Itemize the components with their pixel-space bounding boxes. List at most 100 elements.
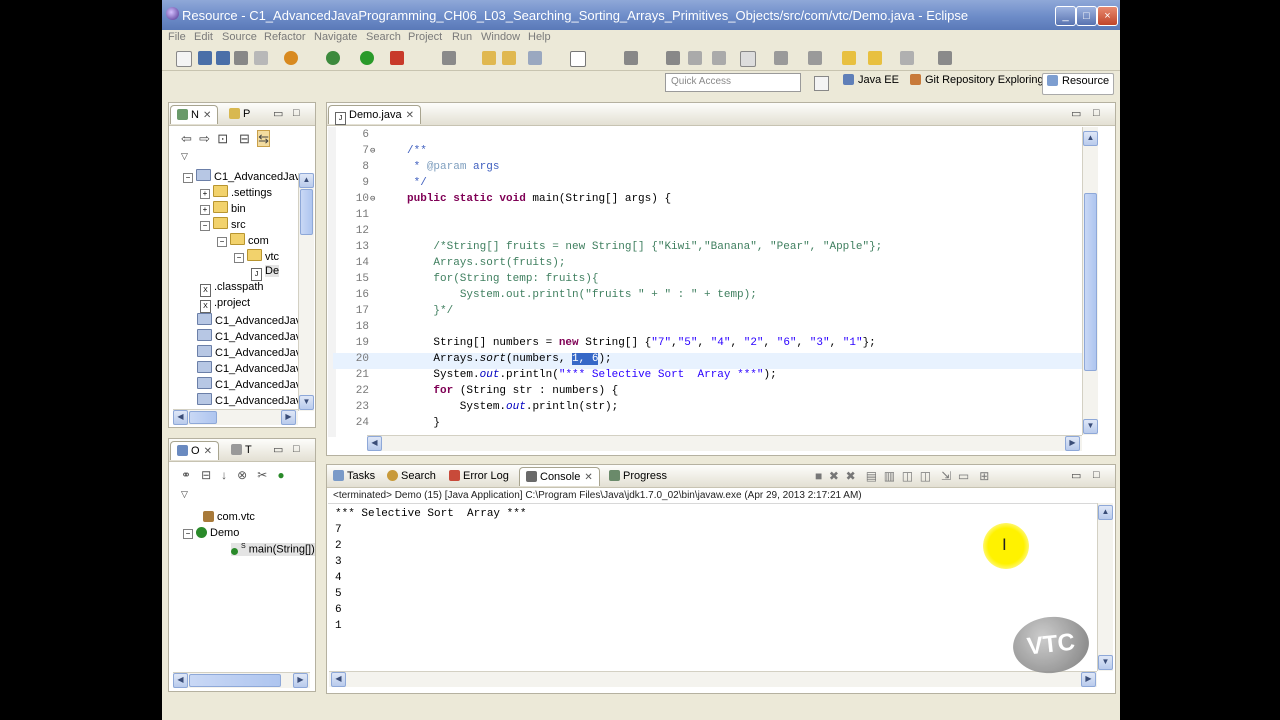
forward-arrow-icon[interactable]: ⇨ — [199, 131, 210, 146]
tab-search[interactable]: Search — [387, 470, 436, 488]
tab-task-list[interactable]: T — [231, 444, 252, 462]
collapse-icon[interactable]: ⊟ — [201, 468, 211, 482]
collapse-toggle-icon[interactable]: − — [183, 529, 193, 539]
close-tab-icon[interactable]: ✕ — [406, 110, 414, 121]
up-folder-icon[interactable]: ⊡ — [217, 131, 228, 146]
menu-source[interactable]: Source — [222, 31, 257, 43]
navigator-vthumb[interactable] — [300, 189, 313, 235]
code-line[interactable]: 15 for(String temp: fruits){ — [333, 273, 1087, 289]
hide-nonpublic-icon[interactable]: ● — [277, 468, 284, 482]
menu-edit[interactable]: Edit — [194, 31, 213, 43]
console-vscroll[interactable]: ▲ ▼ — [1097, 503, 1113, 671]
annotation-icon[interactable] — [688, 51, 702, 65]
open-task-icon[interactable] — [666, 51, 680, 65]
skip-breakpoints-icon[interactable] — [284, 51, 298, 65]
minimize-view-icon[interactable]: ▭ — [1071, 107, 1081, 120]
code-line[interactable]: 20 Arrays.sort(numbers, 1, 6); — [333, 353, 1087, 369]
terminate-icon[interactable]: ■ — [815, 469, 822, 483]
tree-item-folder[interactable]: + bin — [200, 201, 246, 215]
close-tab-icon[interactable]: ✕ — [203, 110, 211, 121]
editor-hscroll[interactable]: ◀ ▶ — [367, 435, 1082, 451]
maximize-view-icon[interactable]: □ — [1093, 469, 1100, 481]
tree-item-xfile[interactable]: X .classpath — [200, 281, 264, 297]
close-button[interactable]: × — [1097, 6, 1118, 26]
tab-package-explorer[interactable]: P — [229, 108, 250, 126]
tab-demo-java[interactable]: J Demo.java ✕ — [328, 105, 421, 125]
new-icon[interactable] — [176, 51, 192, 67]
code-line[interactable]: 6 — [333, 129, 1087, 145]
editor-vthumb[interactable] — [1084, 193, 1097, 371]
scroll-lock-icon[interactable]: ▥ — [884, 469, 895, 483]
minimize-button[interactable]: _ — [1055, 6, 1076, 26]
link-editor-icon[interactable]: ⇆ — [257, 130, 271, 147]
tree-item-folder[interactable]: − com — [217, 233, 269, 247]
display-console-icon[interactable]: ▭ — [958, 469, 969, 483]
tab-console[interactable]: Console ✕ — [519, 467, 600, 486]
navigator-hscroll[interactable]: ◀ ▶ — [173, 409, 298, 425]
console-hscroll[interactable]: ◀ ▶ — [329, 671, 1097, 687]
scroll-down-icon[interactable]: ▼ — [1098, 655, 1113, 670]
code-line[interactable]: 21 System.out.println("*** Selective Sor… — [333, 369, 1087, 385]
hide-fields-icon[interactable]: ⊗ — [237, 468, 247, 482]
view-menu-chevron-icon[interactable]: ▽ — [181, 489, 188, 500]
code-line[interactable]: 18 — [333, 321, 1087, 337]
tree-item-folder[interactable]: + .settings — [200, 185, 272, 199]
title-bar[interactable]: Resource - C1_AdvancedJavaProgramming_CH… — [162, 0, 1120, 30]
hierarchy-icon[interactable]: ⚭ — [181, 468, 191, 482]
tab-progress[interactable]: Progress — [609, 470, 667, 488]
maximize-button[interactable]: □ — [1076, 6, 1097, 26]
search-toolbar-icon[interactable] — [624, 51, 638, 65]
tree-item-project[interactable]: C1_AdvancedJava — [183, 361, 301, 375]
scroll-right-icon[interactable]: ▶ — [293, 673, 308, 688]
tree-item-folder[interactable]: − src — [200, 217, 246, 231]
hide-static-icon[interactable]: ✂ — [257, 468, 267, 482]
console-output[interactable]: *** Selective Sort Array *** 7 2 3 4 5 6 1 — [327, 505, 1087, 665]
menu-window[interactable]: Window — [481, 31, 520, 43]
expand-toggle-icon[interactable]: − — [217, 237, 227, 247]
menu-file[interactable]: File — [168, 31, 186, 43]
code-line[interactable]: 11 — [333, 209, 1087, 225]
code-line[interactable]: 16 System.out.println("fruits " + " : " … — [333, 289, 1087, 305]
remove-launch-icon[interactable]: ✖ — [829, 469, 839, 483]
maximize-view-icon[interactable]: □ — [293, 443, 300, 455]
tab-navigator[interactable]: N ✕ — [170, 105, 219, 124]
tree-item-project[interactable]: C1_AdvancedJava — [183, 313, 301, 327]
outline-item-method[interactable]: S main(String[]) — [231, 543, 315, 556]
tree-item-project[interactable]: C1_AdvancedJava — [183, 377, 301, 391]
sort-icon[interactable]: ↓ — [221, 468, 227, 482]
code-line[interactable]: 23 System.out.println(str); — [333, 401, 1087, 417]
perspective-resource[interactable]: Resource — [1042, 73, 1115, 95]
clear-console-icon[interactable]: ▤ — [866, 469, 877, 483]
code-line[interactable]: 8 * @param args — [333, 161, 1087, 177]
code-line[interactable]: 24 } — [333, 417, 1087, 433]
pin-console-icon[interactable]: ⇲ — [941, 469, 951, 483]
tree-item-file[interactable]: J De — [251, 265, 280, 281]
last-edit-icon[interactable] — [900, 51, 914, 65]
view-menu-chevron-icon[interactable]: ▽ — [181, 151, 188, 162]
back-icon[interactable] — [842, 51, 856, 65]
code-line[interactable]: 17 }*/ — [333, 305, 1087, 321]
minimize-view-icon[interactable]: ▭ — [273, 443, 283, 456]
collapse-all-icon[interactable]: ⊟ — [239, 131, 250, 146]
code-line[interactable]: 7 ⊖ /** — [333, 145, 1087, 161]
menu-project[interactable]: Project — [408, 31, 442, 43]
tree-item-folder[interactable]: − vtc — [234, 249, 279, 263]
scroll-up-icon[interactable]: ▲ — [1098, 505, 1113, 520]
navigator-hthumb[interactable] — [189, 411, 217, 424]
tab-outline[interactable]: O ✕ — [170, 441, 219, 460]
scroll-right-icon[interactable]: ▶ — [1065, 436, 1080, 451]
navigator-vscroll[interactable]: ▲ ▼ — [298, 173, 314, 411]
scroll-left-icon[interactable]: ◀ — [173, 410, 188, 425]
back-arrow-icon[interactable]: ⇦ — [181, 131, 192, 146]
print-icon[interactable] — [234, 51, 248, 65]
expand-toggle-icon[interactable]: − — [200, 221, 210, 231]
expand-toggle-icon[interactable]: − — [234, 253, 244, 263]
maximize-view-icon[interactable]: □ — [293, 107, 300, 119]
tab-tasks[interactable]: Tasks — [333, 470, 375, 488]
menu-search[interactable]: Search — [366, 31, 401, 43]
scroll-right-icon[interactable]: ▶ — [1081, 672, 1096, 687]
new-class-icon[interactable] — [528, 51, 542, 65]
expand-toggle-icon[interactable]: + — [200, 189, 210, 199]
tree-item-project[interactable]: C1_AdvancedJava — [183, 329, 301, 343]
save-all-icon[interactable] — [216, 51, 230, 65]
